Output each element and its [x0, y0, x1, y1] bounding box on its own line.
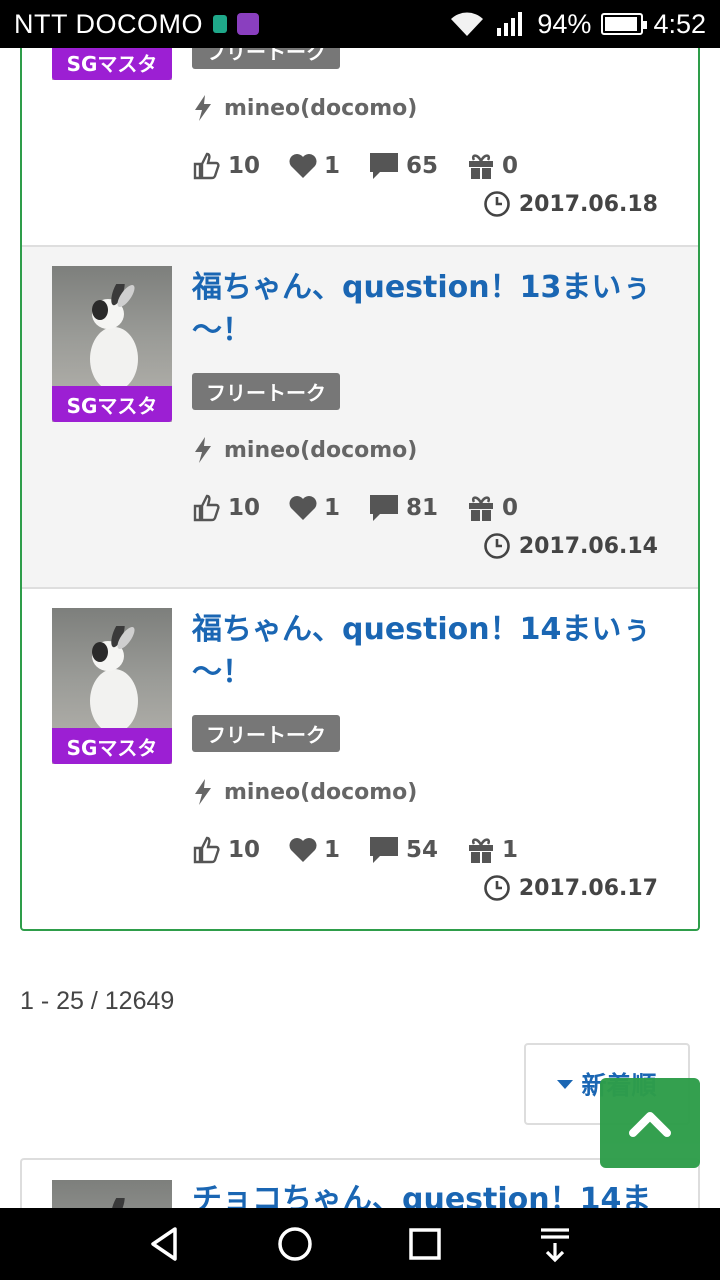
comment-icon [370, 495, 399, 521]
carrier-name: NTT DOCOMO [14, 8, 203, 39]
thumbs-up-icon [193, 152, 220, 180]
user-rank-badge: SGマスタ [52, 728, 172, 764]
carrier-info: mineo(docomo) [192, 90, 417, 126]
clock-icon [484, 533, 510, 559]
gift-count[interactable]: 0 [466, 493, 518, 523]
gallery-notification-icon [237, 13, 259, 35]
post-date: 2017.06.17 [483, 870, 658, 906]
caret-down-icon [557, 1079, 574, 1089]
clock-icon [484, 191, 510, 217]
comment-count[interactable]: 81 [368, 493, 438, 523]
clock-icon [484, 875, 510, 901]
back-button[interactable] [135, 1214, 195, 1274]
user-rank-badge: SGマスタ [52, 386, 172, 422]
favorite-count[interactable]: 1 [288, 494, 340, 522]
list-item[interactable]: SGマスタ 福ちゃん、question！13まいぅ～！ フリートーク mineo… [22, 247, 698, 587]
gift-count[interactable]: 0 [466, 151, 518, 181]
battery-icon [601, 13, 648, 35]
lightning-icon [195, 437, 211, 463]
carrier-info: mineo(docomo) [192, 432, 417, 468]
home-button[interactable] [265, 1214, 325, 1274]
carrier-info: mineo(docomo) [192, 774, 417, 810]
post-date: 2017.06.18 [483, 186, 658, 222]
scroll-top-button[interactable] [600, 1078, 700, 1168]
signal-icon [497, 12, 523, 36]
like-count[interactable]: 10 [192, 151, 260, 181]
gift-count[interactable]: 1 [466, 835, 518, 865]
list-item[interactable]: SGマスタ 福ちゃん、question！14まいぅ～！ フリートーク mineo… [22, 589, 698, 929]
category-tag[interactable]: フリートーク [192, 715, 340, 752]
rabbit-image [90, 626, 138, 733]
back-triangle-icon [151, 1227, 177, 1261]
gift-icon [469, 838, 494, 863]
post-stats: 10 1 81 0 [192, 488, 546, 528]
rabbit-image [90, 284, 138, 391]
navigation-bar [0, 1208, 720, 1280]
pull-down-icon [541, 1228, 569, 1263]
avatar[interactable]: SGマスタ [52, 608, 172, 764]
like-count[interactable]: 10 [192, 493, 260, 523]
favorite-count[interactable]: 1 [288, 152, 340, 180]
avatar[interactable]: SGマスタ [52, 266, 172, 422]
post-stats: 10 1 65 0 [192, 146, 546, 186]
gift-icon [469, 496, 494, 521]
recents-button[interactable] [395, 1214, 455, 1274]
post-stats: 10 1 54 1 [192, 830, 546, 870]
like-count[interactable]: 10 [192, 835, 260, 865]
user-rank-badge: SGマスタ [52, 44, 172, 80]
gift-icon [469, 154, 494, 179]
heart-icon [289, 838, 317, 862]
post-date: 2017.06.14 [483, 528, 658, 564]
comment-icon [370, 153, 399, 179]
lightning-icon [195, 95, 211, 121]
lightning-icon [195, 779, 211, 805]
recents-square-icon [409, 1228, 441, 1260]
heart-icon [289, 154, 317, 178]
comment-icon [370, 837, 399, 863]
thumbs-up-icon [193, 494, 220, 522]
wifi-icon [451, 12, 484, 36]
favorite-count[interactable]: 1 [288, 836, 340, 864]
post-list: SGマスタ フリートーク mineo(docomo) 10 1 65 0 201… [20, 0, 700, 931]
post-title[interactable]: 福ちゃん、question！14まいぅ～！ [192, 608, 662, 694]
sim-icon [213, 15, 227, 33]
clock: 4:52 [653, 8, 706, 39]
category-tag[interactable]: フリートーク [192, 373, 340, 410]
comment-count[interactable]: 54 [368, 835, 438, 865]
comment-count[interactable]: 65 [368, 151, 438, 181]
heart-icon [289, 496, 317, 520]
chevron-up-icon [629, 1112, 671, 1137]
battery-percent: 94% [537, 8, 592, 39]
notification-pull-button[interactable] [525, 1214, 585, 1274]
pagination-count: 1 - 25 / 12649 [20, 987, 175, 1015]
thumbs-up-icon [193, 836, 220, 864]
home-circle-icon [278, 1227, 312, 1261]
status-bar: NTT DOCOMO 94% 4:52 [0, 0, 720, 48]
post-title[interactable]: 福ちゃん、question！13まいぅ～！ [192, 266, 662, 352]
